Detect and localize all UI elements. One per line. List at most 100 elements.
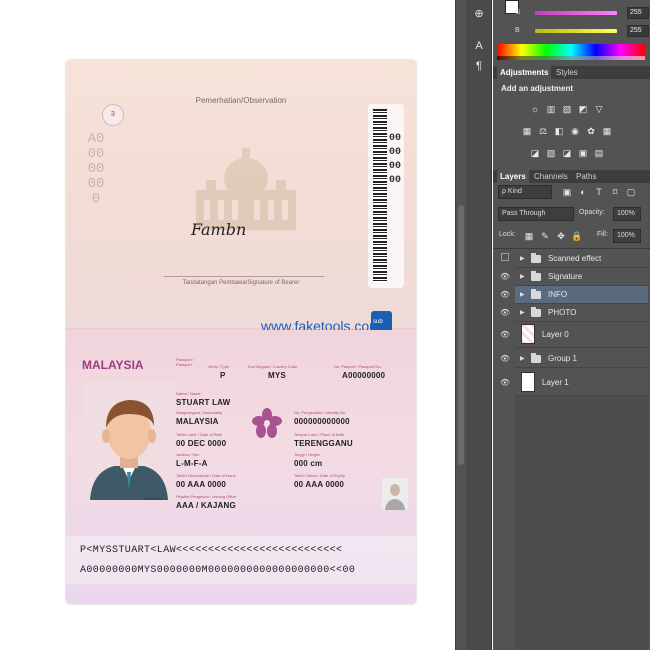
filter-smart-icon[interactable]: ▢ bbox=[625, 187, 637, 198]
vibrance-icon[interactable]: ▽ bbox=[593, 104, 605, 115]
layer-0-visibility[interactable] bbox=[497, 250, 513, 268]
document-canvas[interactable]: Pemerhatian/Observation 3 A00000000 Famb… bbox=[0, 0, 455, 650]
tab-channels[interactable]: Channels bbox=[531, 170, 571, 183]
expand-triangle-icon[interactable]: ▶ bbox=[520, 304, 525, 322]
brightness-icon[interactable]: ☼ bbox=[529, 104, 541, 115]
mrz-line-2: A00000000MYS0000000M0000000000000000000<… bbox=[80, 565, 356, 576]
expand-triangle-icon[interactable]: ▶ bbox=[520, 268, 525, 286]
photo-filter-icon[interactable]: ◉ bbox=[569, 126, 581, 137]
page-number-badge: 3 bbox=[102, 104, 124, 126]
tab-styles[interactable]: Styles bbox=[553, 66, 581, 79]
ghost-photo bbox=[382, 478, 408, 510]
filter-shape-icon[interactable]: ⌑ bbox=[609, 187, 621, 198]
layer-row-signature[interactable]: ▶ Signature bbox=[515, 268, 648, 286]
curves-icon[interactable]: ▨ bbox=[561, 104, 573, 115]
filter-adjustment-icon[interactable]: ◐ bbox=[577, 187, 589, 198]
opacity-field[interactable]: 100% bbox=[613, 207, 641, 221]
selective-color-icon[interactable]: ▤ bbox=[593, 148, 605, 159]
tab-adjustments[interactable]: Adjustments bbox=[497, 66, 552, 79]
label-passport-no: No. Pasport / Passport No. bbox=[334, 364, 382, 369]
layer-row-scanned-effect[interactable]: ▶ Scanned effect bbox=[515, 250, 648, 268]
layer-kind-filter[interactable]: ρ Kind bbox=[498, 185, 552, 199]
character-icon[interactable]: A bbox=[471, 38, 487, 54]
layer-5-visibility-eye-icon[interactable]: 👁 bbox=[497, 350, 513, 368]
folder-icon bbox=[531, 307, 541, 317]
gradient-map-icon[interactable]: ▣ bbox=[577, 148, 589, 159]
serial-number-right: 00000000 bbox=[389, 133, 402, 186]
layer-row-info[interactable]: ▶ INFO bbox=[515, 286, 648, 304]
layer-2-visibility-eye-icon[interactable]: 👁 bbox=[497, 286, 513, 304]
properties-icon[interactable]: ⊕ bbox=[471, 6, 487, 22]
threshold-icon[interactable]: ◪ bbox=[561, 148, 573, 159]
lock-position-icon[interactable]: ✥ bbox=[555, 231, 567, 242]
lock-transparent-icon[interactable]: ▦ bbox=[523, 231, 535, 242]
layers-divider bbox=[493, 248, 650, 249]
value-dob: 00 DEC 0000 bbox=[176, 439, 227, 448]
photo-number: 00000000 bbox=[144, 496, 162, 501]
layer-thumbnail bbox=[521, 324, 535, 344]
blend-mode-select[interactable]: Pass Through bbox=[498, 207, 574, 221]
black-white-icon[interactable]: ◧ bbox=[553, 126, 565, 137]
add-adjustment-label: Add an adjustment bbox=[501, 84, 574, 93]
layer-3-visibility-eye-icon[interactable]: 👁 bbox=[497, 304, 513, 322]
paragraph-icon[interactable]: ¶ bbox=[471, 58, 487, 74]
layer-name: INFO bbox=[548, 290, 568, 299]
scrollbar-thumb[interactable] bbox=[458, 205, 464, 465]
lock-all-icon[interactable]: 🔒 bbox=[571, 231, 583, 242]
layer-1-visibility-eye-icon[interactable]: 👁 bbox=[497, 268, 513, 286]
hibiscus-icon bbox=[252, 408, 282, 438]
value-doe: 00 AAA 0000 bbox=[294, 480, 345, 489]
expand-triangle-icon[interactable]: ▶ bbox=[520, 250, 525, 268]
expand-triangle-icon[interactable]: ▶ bbox=[520, 286, 525, 304]
filter-pixel-icon[interactable]: ▣ bbox=[561, 187, 573, 198]
color-spectrum-gray[interactable] bbox=[497, 56, 645, 60]
country-name: MALAYSIA bbox=[82, 358, 144, 372]
value-name: STUART LAW bbox=[176, 398, 231, 407]
layers-empty-area bbox=[515, 396, 648, 650]
expand-triangle-icon[interactable]: ▶ bbox=[520, 350, 525, 368]
hue-saturation-icon[interactable]: ▦ bbox=[521, 126, 533, 137]
label-name: Nama / Name bbox=[176, 391, 201, 396]
layer-name: Signature bbox=[548, 272, 583, 281]
folder-icon bbox=[531, 289, 541, 299]
exposure-icon[interactable]: ◩ bbox=[577, 104, 589, 115]
fill-field[interactable]: 100% bbox=[613, 229, 641, 243]
color-slider-b[interactable]: B 255 bbox=[515, 24, 649, 38]
layer-row-layer-1[interactable]: Layer 1 bbox=[515, 370, 648, 396]
layer-row-photo[interactable]: ▶ PHOTO bbox=[515, 304, 648, 322]
color-balance-icon[interactable]: ⚖ bbox=[537, 126, 549, 137]
folder-icon bbox=[531, 353, 541, 363]
tab-layers[interactable]: Layers bbox=[497, 170, 529, 183]
tab-paths[interactable]: Paths bbox=[573, 170, 599, 183]
passport-observation-page: Pemerhatian/Observation 3 A00000000 Famb… bbox=[66, 60, 416, 330]
label-type: Jenis / Type bbox=[208, 364, 230, 369]
label-passport: Passport / Passport bbox=[176, 357, 195, 367]
b-slider-track[interactable] bbox=[535, 29, 617, 33]
folder-icon bbox=[531, 253, 541, 263]
layer-row-group-1[interactable]: ▶ Group 1 bbox=[515, 350, 648, 368]
lock-paint-icon[interactable]: ✎ bbox=[539, 231, 551, 242]
value-nationality: MALAYSIA bbox=[176, 417, 219, 426]
layer-4-visibility-eye-icon[interactable]: 👁 bbox=[497, 326, 513, 344]
g-slider-track[interactable] bbox=[535, 11, 617, 15]
channel-mixer-icon[interactable]: ✿ bbox=[585, 126, 597, 137]
value-country-code: MYS bbox=[268, 371, 286, 380]
layer-row-layer-0[interactable]: Layer 0 bbox=[515, 322, 648, 348]
label-office: Pejabat Pengeluar / Issuing Office bbox=[176, 494, 237, 499]
signature-caption: Tandatangan Pembawa/Signature of Bearer bbox=[182, 280, 300, 286]
lock-label: Lock: bbox=[499, 231, 516, 238]
color-slider-g[interactable]: G 255 bbox=[515, 6, 649, 20]
layer-6-visibility-eye-icon[interactable]: 👁 bbox=[497, 374, 513, 392]
g-value-field[interactable]: 255 bbox=[627, 7, 649, 19]
posterize-icon[interactable]: ▧ bbox=[545, 148, 557, 159]
levels-icon[interactable]: ▥ bbox=[545, 104, 557, 115]
value-doi: 00 AAA 0000 bbox=[176, 480, 227, 489]
canvas-vertical-scrollbar[interactable] bbox=[455, 0, 466, 650]
color-lookup-icon[interactable]: ▦ bbox=[601, 126, 613, 137]
b-label: B bbox=[515, 27, 520, 34]
invert-icon[interactable]: ◪ bbox=[529, 148, 541, 159]
b-value-field[interactable]: 255 bbox=[627, 25, 649, 37]
g-label: G bbox=[515, 9, 521, 16]
filter-type-icon[interactable]: T bbox=[593, 187, 605, 198]
value-passport-no: A00000000 bbox=[342, 371, 386, 380]
